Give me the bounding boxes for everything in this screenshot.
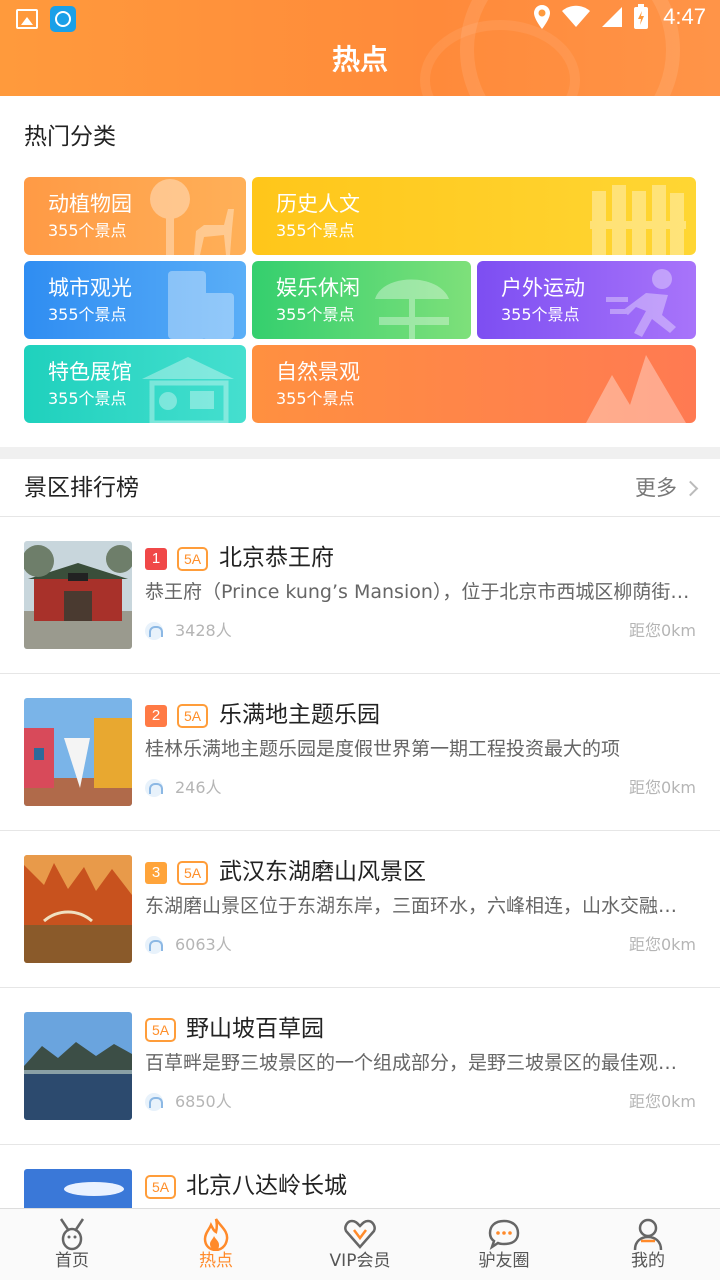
scenic-thumbnail	[24, 855, 132, 963]
scenic-thumbnail	[24, 698, 132, 806]
rank-badge: 2	[145, 705, 167, 727]
scenic-description: 东湖磨山景区位于东湖东岸，三面环水，六峰相连，山水交融，景色秀丽	[145, 895, 693, 917]
ranking-section-title: 景区排行榜	[24, 475, 139, 501]
flame-icon	[203, 1218, 229, 1251]
category-count: 355个景点	[48, 389, 127, 408]
category-name: 娱乐休闲	[276, 276, 360, 300]
signal-icon	[602, 7, 623, 27]
headphones-icon	[145, 936, 163, 954]
page-title: 热点	[331, 43, 388, 76]
distance-label: 距您0km	[628, 1092, 696, 1111]
category-count: 355个景点	[48, 221, 127, 240]
scenic-title: 北京恭王府	[219, 545, 334, 571]
headphones-icon	[145, 622, 163, 640]
chevron-right-icon	[682, 480, 699, 496]
distance-label: 距您0km	[628, 621, 696, 640]
nav-vip[interactable]: VIP会员	[288, 1209, 432, 1280]
category-tile-zoo[interactable]: 动植物园 355个景点	[24, 177, 246, 255]
category-tile-leisure[interactable]: 娱乐休闲 355个景点	[252, 261, 471, 339]
listener-count: 6850人	[175, 1092, 232, 1111]
category-tile-outdoor[interactable]: 户外运动 355个景点	[477, 261, 696, 339]
level-badge: 5A	[145, 1175, 177, 1199]
status-time: 4:47	[663, 4, 706, 29]
status-bar: 4:47	[0, 0, 720, 38]
category-name: 特色展馆	[48, 360, 132, 384]
category-tile-nature[interactable]: 自然景观 355个景点	[252, 345, 696, 423]
nav-friends[interactable]: 驴友圈	[432, 1209, 576, 1280]
category-count: 355个景点	[48, 305, 127, 324]
ranking-item[interactable]: 5A 野山坡百草园 百草畔是野三坡景区的一个组成部分，是野三坡景区的最佳观光休闲…	[0, 988, 720, 1145]
headphones-icon	[145, 779, 163, 797]
tree-deer-icon	[150, 179, 234, 255]
fence-icon	[590, 185, 686, 255]
gallery-notification-icon	[16, 9, 38, 29]
distance-label: 距您0km	[628, 935, 696, 954]
chat-bubble-icon	[488, 1219, 520, 1251]
scenic-title: 武汉东湖磨山风景区	[219, 859, 426, 885]
museum-icon	[142, 357, 234, 423]
app-root: 4:47 热点 热门分类 动植物园 355个景点 历史人文 355个景点 城市观…	[0, 0, 720, 1280]
level-badge: 5A	[177, 861, 209, 885]
more-label: 更多	[635, 476, 677, 500]
scenic-description: 桂林乐满地主题乐园是度假世界第一期工程投资最大的项	[145, 738, 621, 760]
nav-label: VIP会员	[329, 1251, 391, 1271]
nav-home[interactable]: 首页	[0, 1209, 144, 1280]
category-section-title: 热门分类	[24, 124, 116, 150]
category-name: 城市观光	[48, 276, 132, 300]
runner-icon	[606, 269, 676, 337]
listener-count: 3428人	[175, 621, 232, 640]
category-name: 自然景观	[276, 360, 360, 384]
nav-mine[interactable]: 我的	[576, 1209, 720, 1280]
ranking-item[interactable]: 1 5A 北京恭王府 恭王府（Prince kung’s Mansion），位于…	[0, 517, 720, 674]
nav-label: 我的	[631, 1251, 665, 1271]
category-count: 355个景点	[276, 305, 355, 324]
nav-label: 驴友圈	[478, 1251, 530, 1271]
scenic-description: 百草畔是野三坡景区的一个组成部分，是野三坡景区的最佳观光休闲区域	[145, 1052, 693, 1074]
more-link[interactable]: 更多	[635, 473, 699, 503]
building-icon	[168, 271, 234, 339]
nav-hot[interactable]: 热点	[144, 1209, 288, 1280]
category-tile-museum[interactable]: 特色展馆 355个景点	[24, 345, 246, 423]
person-icon	[633, 1218, 663, 1251]
section-divider	[0, 447, 720, 459]
vip-heart-icon	[344, 1219, 376, 1249]
listener-count: 6063人	[175, 935, 232, 954]
ranking-item[interactable]: 3 5A 武汉东湖磨山风景区 东湖磨山景区位于东湖东岸，三面环水，六峰相连，山水…	[0, 831, 720, 988]
scenic-description: 恭王府（Prince kung’s Mansion），位于北京市西城区柳荫街甲1…	[145, 581, 693, 603]
level-badge: 5A	[145, 1018, 177, 1042]
rank-badge: 3	[145, 862, 167, 884]
ranking-header: 景区排行榜 更多	[0, 459, 720, 517]
ranking-item[interactable]: 2 5A 乐满地主题乐园 桂林乐满地主题乐园是度假世界第一期工程投资最大的项 2…	[0, 674, 720, 831]
category-count: 355个景点	[276, 389, 355, 408]
listener-count: 246人	[175, 778, 222, 797]
category-tile-history[interactable]: 历史人文 355个景点	[252, 177, 696, 255]
category-tile-city[interactable]: 城市观光 355个景点	[24, 261, 246, 339]
location-icon	[534, 5, 551, 29]
donkey-home-icon	[59, 1218, 85, 1251]
level-badge: 5A	[177, 704, 209, 728]
level-badge: 5A	[177, 547, 209, 571]
category-count: 355个景点	[501, 305, 580, 324]
battery-icon	[634, 4, 649, 29]
scenic-title: 北京八达岭长城	[186, 1173, 347, 1199]
scenic-thumbnail	[24, 541, 132, 649]
beach-umbrella-icon	[375, 279, 449, 339]
mountain-icon	[586, 355, 686, 423]
nav-label: 热点	[199, 1251, 233, 1271]
distance-label: 距您0km	[628, 778, 696, 797]
category-count: 355个景点	[276, 221, 355, 240]
category-name: 历史人文	[276, 192, 360, 216]
scenic-thumbnail	[24, 1012, 132, 1120]
scenic-title: 野山坡百草园	[186, 1016, 324, 1042]
bottom-nav: 首页 热点 VIP会员 驴友圈 我的	[0, 1208, 720, 1280]
nav-label: 首页	[55, 1251, 89, 1271]
app-notification-icon	[50, 6, 76, 32]
scenic-title: 乐满地主题乐园	[219, 702, 380, 728]
headphones-icon	[145, 1093, 163, 1111]
rank-badge: 1	[145, 548, 167, 570]
top-bar: 4:47 热点	[0, 0, 720, 96]
wifi-icon	[562, 5, 591, 27]
category-name: 户外运动	[501, 276, 585, 300]
category-name: 动植物园	[48, 192, 132, 216]
